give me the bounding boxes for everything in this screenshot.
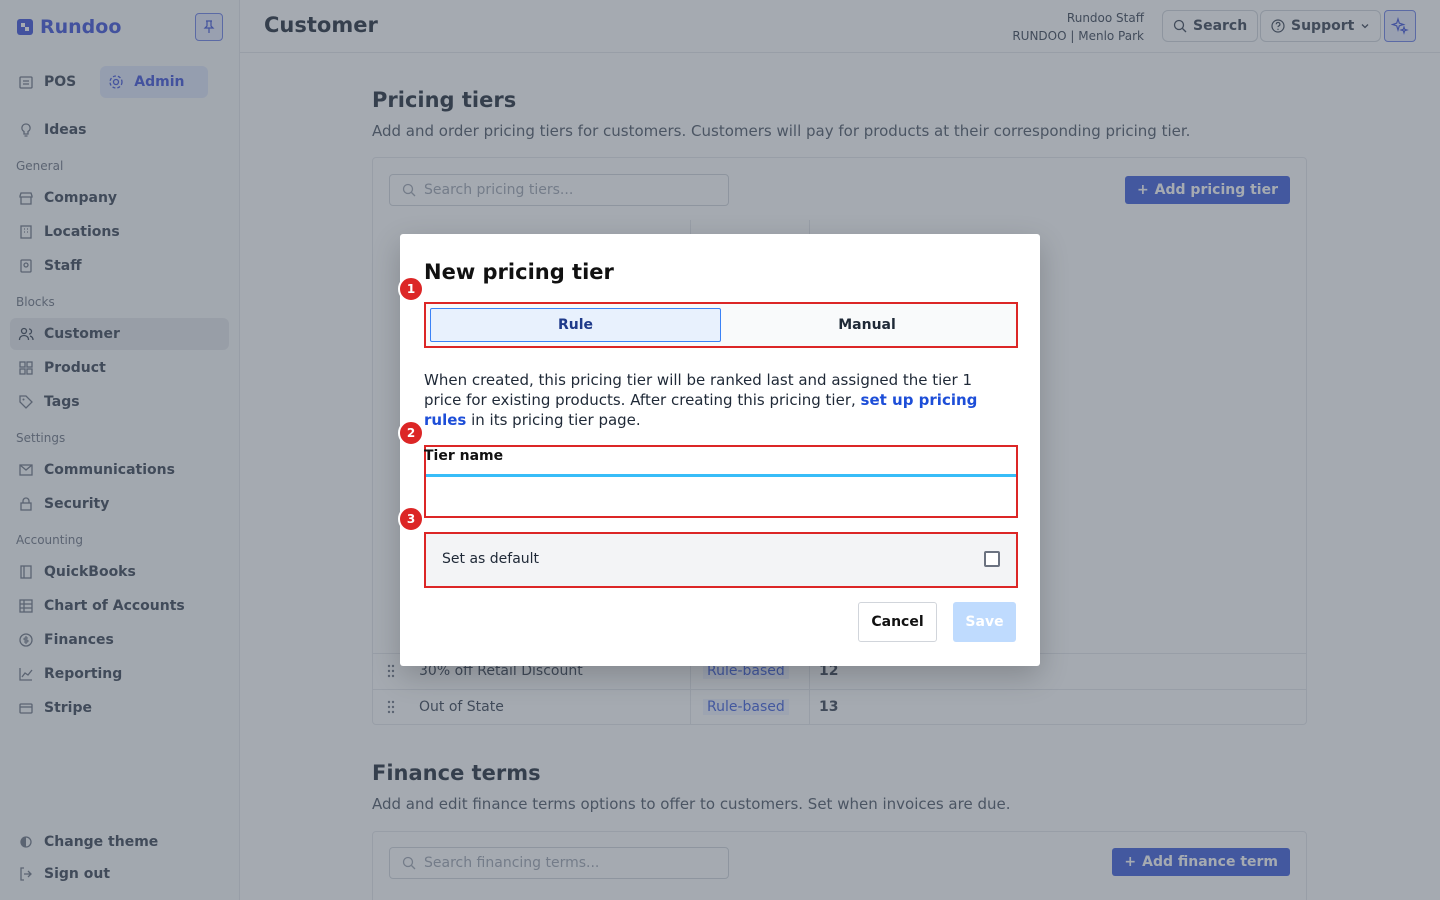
cancel-button[interactable]: Cancel xyxy=(858,602,937,642)
set-default-label: Set as default xyxy=(442,551,540,567)
save-button[interactable]: Save xyxy=(953,602,1016,642)
tab-manual[interactable]: Manual xyxy=(722,308,1012,342)
annotation-badge: 1 xyxy=(398,276,424,302)
tier-name-input[interactable] xyxy=(426,474,1016,516)
annotation-badge: 2 xyxy=(398,420,424,446)
annotation-badge: 3 xyxy=(398,506,424,532)
description-text: in its pricing tier page. xyxy=(466,411,641,429)
new-pricing-tier-dialog: New pricing tier Rule Manual When create… xyxy=(398,234,1040,666)
tier-name-label: Tier name xyxy=(424,448,504,464)
tab-rule[interactable]: Rule xyxy=(430,308,721,342)
dialog-description: When created, this pricing tier will be … xyxy=(424,370,1014,430)
set-default-checkbox[interactable] xyxy=(984,551,1000,567)
tier-type-toggle: Rule Manual xyxy=(424,302,1018,348)
dialog-title: New pricing tier xyxy=(424,260,614,284)
set-default-row[interactable]: Set as default xyxy=(424,532,1018,588)
